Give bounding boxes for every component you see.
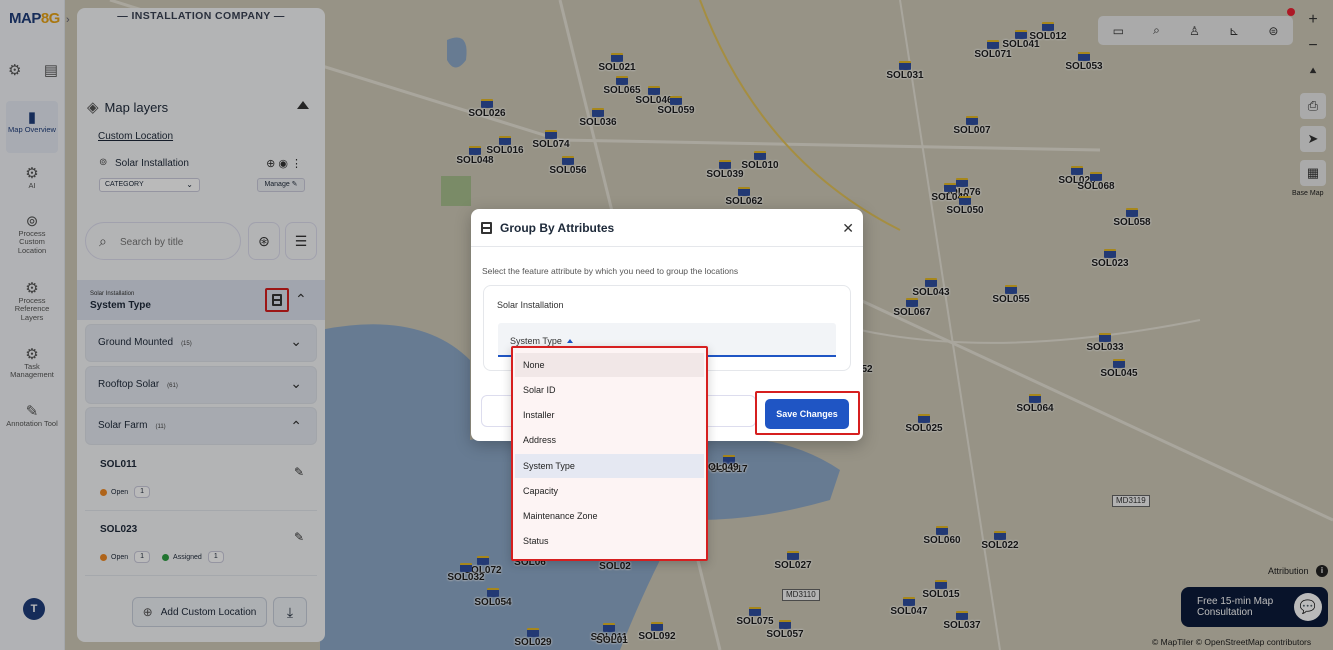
dropdown-option-solar-id[interactable]: Solar ID [515,378,704,402]
attribute-dropdown: None Solar ID Installer Address System T… [511,346,708,561]
close-icon[interactable]: ✕ [842,220,854,237]
dropdown-option-system-type[interactable]: System Type [515,454,704,478]
group-icon [481,222,492,234]
dropdown-option-installer[interactable]: Installer [515,403,704,427]
dialog-title: Group By Attributes [500,221,615,235]
attribute-layer-label: Solar Installation [497,300,564,310]
dropdown-option-status[interactable]: Status [515,529,704,553]
dropdown-option-none[interactable]: None [515,353,704,377]
dropdown-option-capacity[interactable]: Capacity [515,479,704,503]
app-window: SOL021 SOL065 SOL046 SOL059 SOL026 SOL03… [0,0,1333,650]
save-highlight-frame [755,391,860,435]
dropdown-option-maintenance-zone[interactable]: Maintenance Zone [515,504,704,528]
caret-up-icon [566,339,573,343]
dialog-instruction: Select the feature attribute by which yo… [482,266,739,276]
dialog-header: Group By Attributes ✕ [471,209,863,247]
attribute-selected-value: System Type [510,336,562,346]
dropdown-option-address[interactable]: Address [515,428,704,452]
